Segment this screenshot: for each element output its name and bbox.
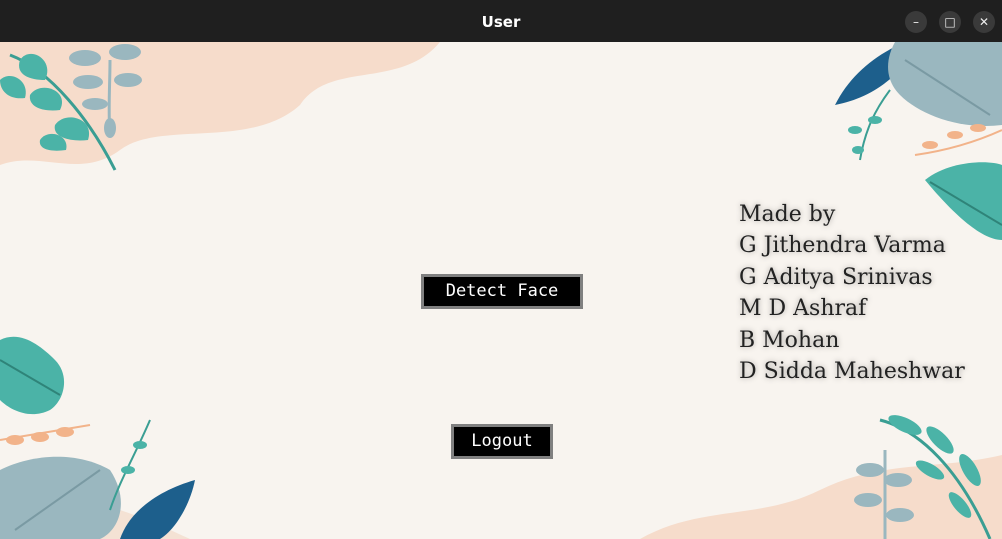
title-bar[interactable]: User – □ ✕ xyxy=(0,0,1002,42)
minimize-button[interactable]: – xyxy=(905,11,927,33)
credit-name: G Jithendra Varma xyxy=(739,233,946,259)
credits-heading: Made by xyxy=(739,202,836,227)
detect-face-button[interactable]: Detect Face xyxy=(421,274,583,309)
app-window: User – □ ✕ Detect Face Logout Made by G … xyxy=(0,0,1002,539)
credits-block: Made by G Jithendra Varma G Aditya Srini… xyxy=(739,199,965,387)
credit-name: B Mohan xyxy=(739,327,840,353)
maximize-button[interactable]: □ xyxy=(939,11,961,33)
main-content: Detect Face Logout Made by G Jithendra V… xyxy=(0,42,1002,539)
credit-name: M D Ashraf xyxy=(739,296,867,322)
logout-button[interactable]: Logout xyxy=(451,424,553,459)
credit-name: G Aditya Srinivas xyxy=(739,264,933,290)
credit-name: D Sidda Maheshwar xyxy=(739,359,965,385)
window-title: User xyxy=(481,13,521,31)
leaf-cluster-bottom-left xyxy=(0,336,195,539)
close-button[interactable]: ✕ xyxy=(973,11,995,33)
